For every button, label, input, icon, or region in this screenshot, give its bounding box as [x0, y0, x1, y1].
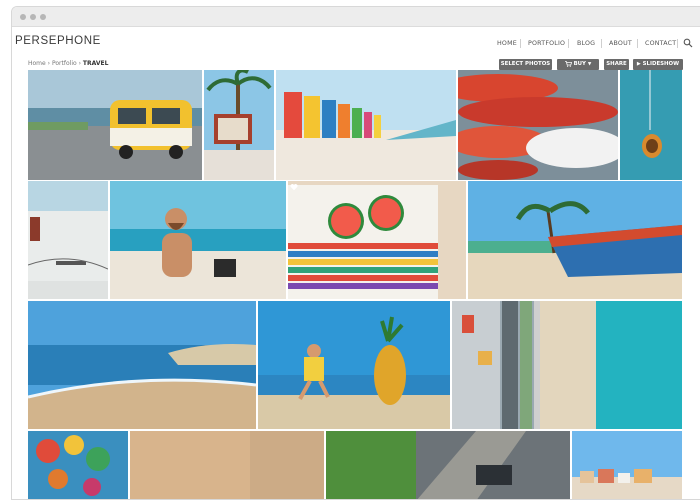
breadcrumb-current: TRAVEL — [82, 60, 109, 67]
breadcrumb-portfolio[interactable]: Portfolio — [52, 60, 77, 67]
nav-item-contact[interactable]: CONTACT — [645, 40, 676, 47]
nav-item-about[interactable]: ABOUT — [609, 40, 632, 47]
aerial-city-photo — [452, 301, 682, 429]
bearded-man-photo — [110, 181, 286, 299]
search-icon[interactable] — [683, 38, 693, 48]
breadcrumb: Home › Portfolio › TRAVEL — [28, 60, 108, 67]
photo-tile[interactable] — [28, 301, 256, 429]
palm-sign-photo — [204, 70, 274, 180]
yellow-van-photo — [28, 70, 202, 180]
nav-divider — [637, 39, 638, 48]
photo-tile[interactable] — [204, 70, 274, 180]
buy-button[interactable]: BUY ▼ — [557, 59, 599, 70]
photo-tile[interactable] — [28, 70, 202, 180]
photo-tile[interactable] — [326, 431, 570, 499]
nav-divider — [568, 39, 569, 48]
nav-item-blog[interactable]: BLOG — [577, 40, 595, 47]
buy-label: BUY — [573, 61, 586, 67]
tropical-fruit-photo — [28, 431, 128, 499]
photo-tile[interactable] — [276, 70, 456, 180]
photo-tile[interactable] — [620, 70, 682, 180]
photo-tile[interactable] — [130, 431, 324, 499]
window-dot-icon[interactable] — [20, 14, 26, 20]
window-titlebar — [12, 7, 700, 27]
share-button[interactable]: SHARE — [604, 59, 629, 70]
photo-tile[interactable] — [468, 181, 682, 299]
browser-window: PERSEPHONE HOME PORTFOLIO BLOG ABOUT CON… — [11, 6, 700, 500]
nav-divider — [677, 39, 678, 48]
select-photos-button[interactable]: SELECT PHOTOS — [499, 59, 552, 70]
breadcrumb-separator: › — [78, 60, 81, 67]
aerial-street-photo — [326, 431, 570, 499]
photo-tile[interactable] — [458, 70, 618, 180]
photo-tile[interactable] — [288, 181, 466, 299]
sand-texture-photo — [130, 431, 324, 499]
nav-divider — [601, 39, 602, 48]
beach-coastline-photo — [28, 301, 256, 429]
play-icon: ▶ — [636, 61, 641, 67]
seaside-town-photo — [572, 431, 682, 499]
aerial-boat-photo — [620, 70, 682, 180]
beach-huts-photo — [276, 70, 456, 180]
breadcrumb-separator: › — [47, 60, 51, 67]
nav-item-home[interactable]: HOME — [497, 40, 517, 47]
slideshow-label: SLIDESHOW — [642, 61, 680, 67]
nav-divider — [520, 39, 521, 48]
chevron-down-icon: ▼ — [587, 62, 592, 67]
select-photos-label: SELECT PHOTOS — [500, 61, 551, 67]
photo-tile[interactable] — [110, 181, 286, 299]
share-label: SHARE — [606, 61, 627, 67]
watermelon-towel-photo — [288, 181, 466, 299]
photo-tile[interactable] — [28, 181, 108, 299]
window-dot-icon[interactable] — [30, 14, 36, 20]
cart-icon — [564, 60, 572, 67]
window-dot-icon[interactable] — [40, 14, 46, 20]
nav-item-portfolio[interactable]: PORTFOLIO — [528, 40, 565, 47]
white-wall-photo — [28, 181, 108, 299]
photo-tile[interactable] — [258, 301, 450, 429]
slideshow-button[interactable]: ▶ SLIDESHOW — [633, 59, 683, 70]
red-boats-photo — [458, 70, 618, 180]
photo-tile[interactable] — [28, 431, 128, 499]
site-logo[interactable]: PERSEPHONE — [15, 35, 101, 47]
breadcrumb-home[interactable]: Home — [28, 60, 46, 67]
blue-boat-photo — [468, 181, 682, 299]
photo-tile[interactable] — [452, 301, 682, 429]
child-pineapple-photo — [258, 301, 450, 429]
photo-tile[interactable] — [572, 431, 682, 499]
heart-icon[interactable] — [290, 183, 298, 191]
